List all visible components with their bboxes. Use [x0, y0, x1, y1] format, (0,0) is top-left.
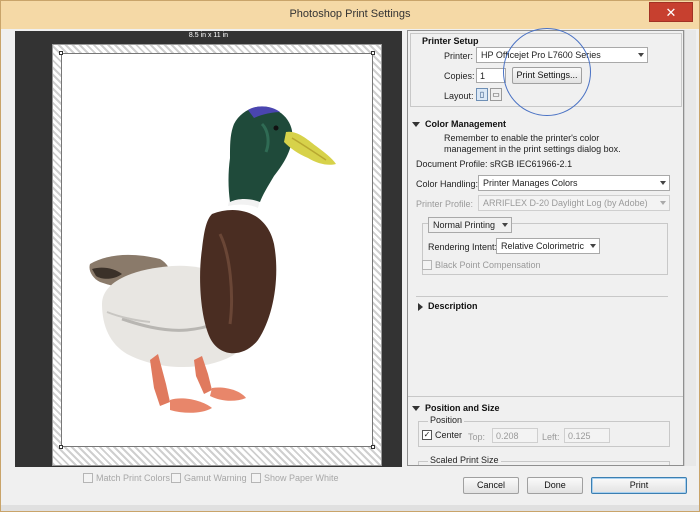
- printable-area[interactable]: [59, 51, 375, 449]
- highlight-circle: [503, 28, 591, 116]
- left-input[interactable]: 0.125: [564, 428, 610, 443]
- chevron-down-icon: [638, 53, 644, 57]
- section-title-text: Color Management: [425, 119, 507, 129]
- color-handling-label: Color Handling:: [416, 179, 479, 189]
- gamut-warning-checkbox[interactable]: Gamut Warning: [171, 473, 247, 483]
- section-title-text: Position and Size: [425, 403, 500, 413]
- bottom-edge: [1, 505, 699, 511]
- expand-triangle-icon: [418, 302, 423, 311]
- chevron-down-icon: [660, 181, 666, 185]
- portrait-layout-icon[interactable]: ▯: [476, 88, 488, 101]
- checkbox-label: Match Print Colors: [96, 473, 171, 483]
- checkbox-checked-icon[interactable]: ✓: [422, 430, 432, 440]
- done-button[interactable]: Done: [527, 477, 583, 494]
- landscape-layout-icon[interactable]: ▭: [490, 88, 502, 101]
- printer-profile-value: ARRIFLEX D-20 Daylight Log (by Adobe): [483, 198, 648, 208]
- center-checkbox[interactable]: ✓ Center: [422, 430, 462, 440]
- title-bar[interactable]: Photoshop Print Settings ✕: [1, 1, 699, 29]
- checkbox-box[interactable]: [83, 473, 93, 483]
- collapse-triangle-icon: [412, 406, 420, 412]
- settings-scrollbar[interactable]: [684, 30, 696, 466]
- print-preview: 8.5 in x 11 in: [15, 31, 402, 467]
- close-button[interactable]: ✕: [649, 2, 693, 22]
- top-input[interactable]: 0.208: [492, 428, 538, 443]
- copies-input[interactable]: 1: [476, 68, 506, 83]
- section-title-text: Description: [428, 301, 478, 311]
- checkbox-box[interactable]: [422, 260, 432, 270]
- normal-printing-select[interactable]: Normal Printing: [428, 217, 512, 233]
- left-label: Left:: [542, 432, 560, 442]
- collapse-triangle-icon: [412, 122, 420, 128]
- checkbox-label: Center: [435, 430, 463, 440]
- paper-size-label: 8.5 in x 11 in: [188, 32, 229, 39]
- copies-label: Copies:: [444, 71, 475, 81]
- scaled-print-size-label: Scaled Print Size: [428, 455, 501, 465]
- rendering-intent-value: Relative Colorimetric: [501, 241, 585, 251]
- printer-profile-select[interactable]: ARRIFLEX D-20 Daylight Log (by Adobe): [478, 195, 670, 211]
- color-handling-value: Printer Manages Colors: [483, 178, 578, 188]
- checkbox-box[interactable]: [251, 473, 261, 483]
- checkbox-box[interactable]: [171, 473, 181, 483]
- document-profile: Document Profile: sRGB IEC61966-2.1: [416, 159, 573, 169]
- printer-profile-label: Printer Profile:: [416, 199, 474, 209]
- match-print-colors-checkbox[interactable]: Match Print Colors: [83, 473, 170, 483]
- checkbox-label: Show Paper White: [264, 473, 339, 483]
- description-title[interactable]: Description: [418, 301, 478, 311]
- chevron-down-icon: [660, 201, 666, 205]
- position-size-title[interactable]: Position and Size: [412, 403, 500, 413]
- print-settings-window: Photoshop Print Settings ✕ 8.5 in x 11 i…: [0, 0, 700, 512]
- color-handling-select[interactable]: Printer Manages Colors: [478, 175, 670, 191]
- show-paper-white-checkbox[interactable]: Show Paper White: [251, 473, 339, 483]
- divider: [416, 296, 668, 297]
- black-point-checkbox[interactable]: Black Point Compensation: [422, 260, 541, 270]
- divider: [408, 396, 683, 397]
- position-group-label: Position: [428, 415, 465, 425]
- chevron-down-icon: [590, 244, 596, 248]
- rendering-intent-label: Rendering Intent:: [428, 242, 498, 252]
- cancel-button[interactable]: Cancel: [463, 477, 519, 494]
- printer-label: Printer:: [444, 51, 474, 61]
- normal-printing-value: Normal Printing: [433, 220, 496, 230]
- chevron-down-icon: [502, 223, 508, 227]
- printer-setup-title: Printer Setup: [422, 36, 479, 46]
- rendering-intent-select[interactable]: Relative Colorimetric: [496, 238, 600, 254]
- print-button[interactable]: Print: [591, 477, 687, 494]
- window-title: Photoshop Print Settings: [289, 8, 411, 20]
- paper-sheet: [52, 44, 382, 466]
- checkbox-label: Black Point Compensation: [435, 260, 541, 270]
- top-label: Top:: [468, 432, 486, 442]
- layout-label: Layout:: [444, 91, 474, 101]
- color-management-title[interactable]: Color Management: [412, 119, 506, 129]
- color-management-reminder: Remember to enable the printer's color m…: [444, 133, 621, 154]
- duck-image: [89, 106, 336, 413]
- checkbox-label: Gamut Warning: [184, 473, 247, 483]
